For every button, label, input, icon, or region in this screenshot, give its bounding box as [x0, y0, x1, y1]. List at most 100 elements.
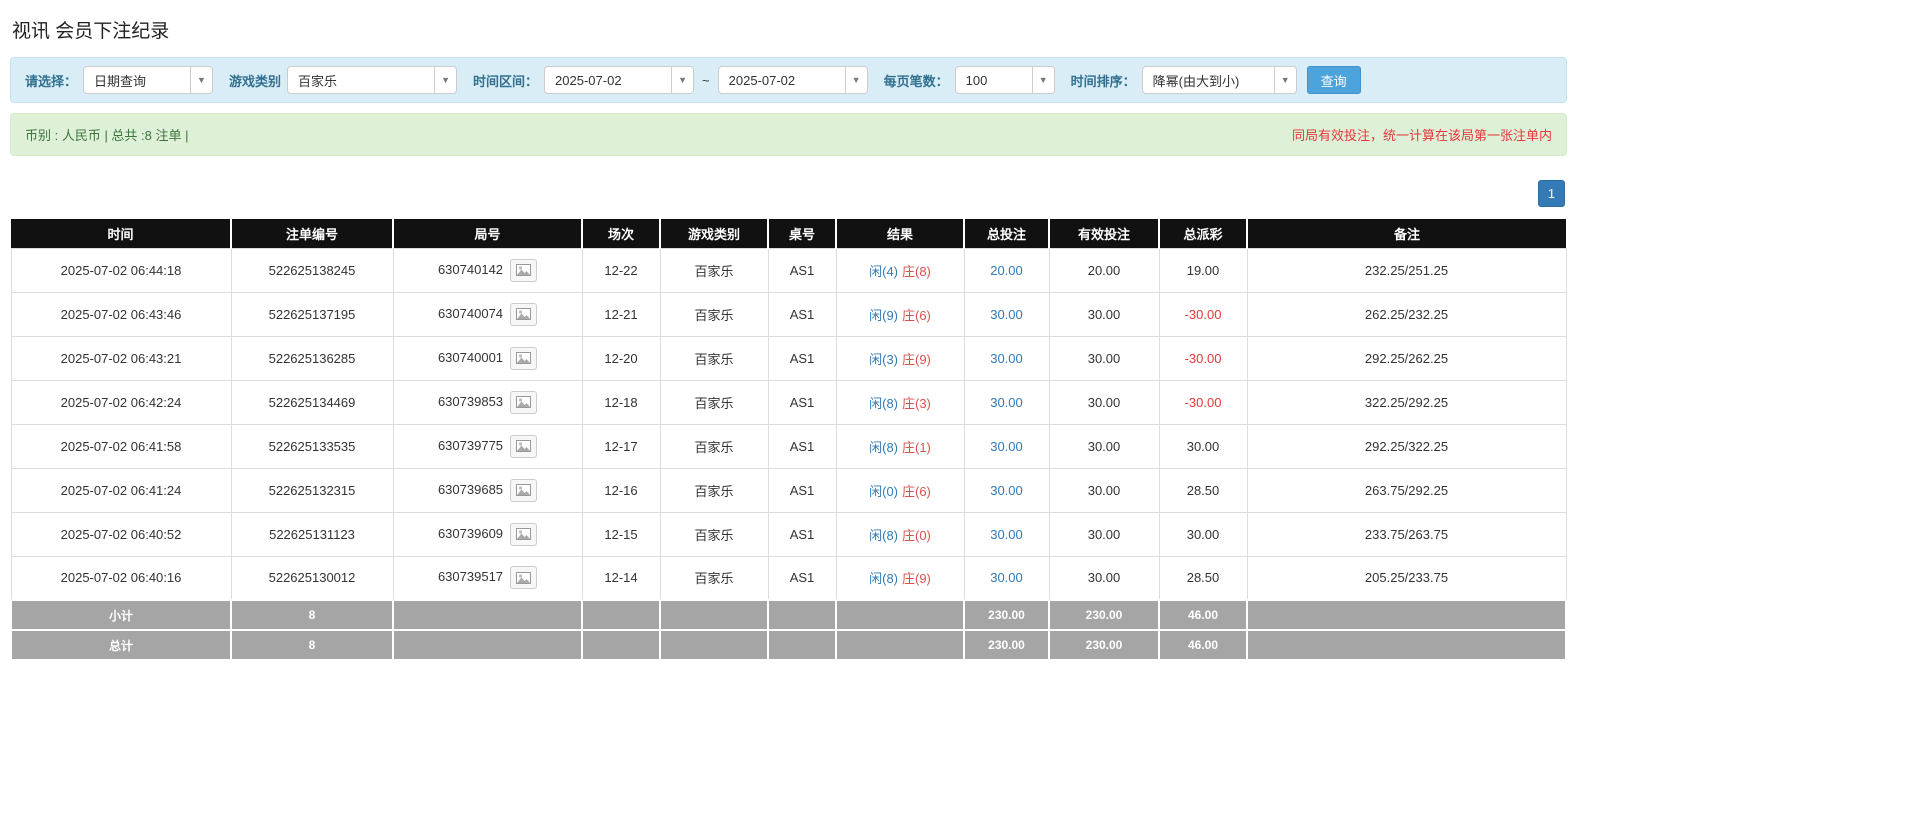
- image-icon: [516, 308, 532, 320]
- cell-total-bet-link[interactable]: 30.00: [963, 379, 1050, 425]
- cell-total-bet-link[interactable]: 30.00: [963, 291, 1050, 337]
- cell-table-no: AS1: [767, 335, 837, 381]
- page-button-1[interactable]: 1: [1538, 180, 1565, 207]
- cell-game-type: 百家乐: [659, 511, 769, 557]
- pagination: 1: [10, 180, 1565, 207]
- sort-order-label: 时间排序：: [1070, 73, 1136, 89]
- date-range-separator: ~: [702, 72, 710, 88]
- player-result: 闲(3): [869, 351, 898, 367]
- cell-bet-no: 522625136285: [230, 335, 394, 381]
- table-row: 2025-07-02 06:44:18 522625138245 6307401…: [10, 247, 1567, 293]
- sort-order-select[interactable]: 降幂(由大到小) ▼: [1141, 66, 1297, 94]
- cell-valid-bet: 30.00: [1048, 467, 1160, 513]
- summary-count: 8: [230, 599, 394, 631]
- chevron-down-icon[interactable]: ▼: [190, 67, 213, 93]
- date-from-input[interactable]: 2025-07-02 ▼: [544, 66, 695, 94]
- cell-result: 闲(8) 庄(1): [835, 423, 965, 469]
- cell-total-bet-link[interactable]: 30.00: [963, 555, 1050, 601]
- cell-result: 闲(4) 庄(8): [835, 247, 965, 293]
- round-result-button[interactable]: [510, 302, 538, 326]
- summary-label: 总计: [10, 629, 232, 661]
- summary-total-bet: 230.00: [963, 599, 1050, 631]
- col-header-round: 局号: [393, 219, 583, 248]
- banker-result: 庄(1): [902, 439, 931, 455]
- summary-empty-cell: [581, 599, 661, 631]
- cell-time: 2025-07-02 06:43:46: [10, 291, 232, 337]
- page-size-input[interactable]: 100 ▼: [954, 66, 1055, 94]
- sort-order-value: 降幂(由大到小): [1152, 73, 1240, 89]
- cell-game-type: 百家乐: [659, 555, 769, 601]
- round-result-button[interactable]: [510, 522, 538, 546]
- cell-round: 630739517: [392, 555, 583, 601]
- date-from-value: 2025-07-02: [555, 72, 622, 88]
- round-result-button[interactable]: [510, 258, 538, 282]
- summary-row: 总计 8 230.00 230.00 46.00: [10, 629, 1567, 661]
- round-number: 630739517: [437, 569, 504, 585]
- summary-empty-cell: [767, 629, 837, 661]
- chevron-down-icon[interactable]: ▼: [434, 67, 457, 93]
- round-number: 630739685: [437, 481, 504, 497]
- search-button[interactable]: 查询: [1306, 66, 1361, 94]
- cell-remark: 205.25/233.75: [1246, 555, 1567, 601]
- chevron-down-icon[interactable]: ▼: [1273, 67, 1296, 93]
- round-result-button[interactable]: [510, 566, 538, 590]
- cell-total-bet-link[interactable]: 30.00: [963, 335, 1050, 381]
- cell-round: 630739775: [392, 423, 583, 469]
- cell-total-bet-link[interactable]: 30.00: [963, 423, 1050, 469]
- cell-total-bet-link[interactable]: 20.00: [963, 247, 1050, 293]
- cell-result: 闲(9) 庄(6): [835, 291, 965, 337]
- col-header-time: 时间: [11, 219, 232, 248]
- cell-session: 12-22: [581, 247, 661, 293]
- round-number: 630740142: [437, 261, 504, 277]
- cell-valid-bet: 30.00: [1048, 379, 1160, 425]
- cell-session: 12-16: [581, 467, 661, 513]
- cell-valid-bet: 20.00: [1048, 247, 1160, 293]
- currency-total-text: 币别 : 人民币 | 总共 :8 注单 |: [25, 128, 189, 143]
- round-result-button[interactable]: [510, 434, 538, 458]
- cell-total-bet-link[interactable]: 30.00: [963, 511, 1050, 557]
- cell-time: 2025-07-02 06:41:58: [10, 423, 232, 469]
- summary-total-bet: 230.00: [963, 629, 1050, 661]
- cell-table-no: AS1: [767, 379, 837, 425]
- query-type-value: 日期查询: [94, 73, 147, 89]
- banker-result: 庄(8): [902, 263, 931, 279]
- game-type-select[interactable]: 百家乐 ▼: [287, 66, 458, 94]
- round-number: 630739609: [437, 525, 504, 541]
- col-header-game-type: 游戏类别: [660, 219, 769, 248]
- round-result-button[interactable]: [510, 346, 538, 370]
- cell-payout: 30.00: [1158, 423, 1248, 469]
- cell-total-bet-link[interactable]: 30.00: [963, 467, 1050, 513]
- col-header-bet-no: 注单编号: [231, 219, 394, 248]
- cell-remark: 292.25/322.25: [1246, 423, 1567, 469]
- player-result: 闲(8): [869, 439, 898, 455]
- date-to-input[interactable]: 2025-07-02 ▼: [717, 66, 868, 94]
- cell-payout: 28.50: [1158, 555, 1248, 601]
- chevron-down-icon[interactable]: ▼: [671, 67, 694, 93]
- summary-payout: 46.00: [1158, 599, 1248, 631]
- round-result-button[interactable]: [510, 390, 538, 414]
- round-number: 630739775: [437, 437, 504, 453]
- cell-game-type: 百家乐: [659, 247, 769, 293]
- cell-bet-no: 522625130012: [230, 555, 394, 601]
- table-header-row: 时间 注单编号 局号 场次 游戏类别 桌号 结果 总投注 有效投注 总派彩 备注: [11, 219, 1566, 248]
- query-type-select[interactable]: 日期查询 ▼: [83, 66, 214, 94]
- cell-session: 12-21: [581, 291, 661, 337]
- bet-records-table: 时间 注单编号 局号 场次 游戏类别 桌号 结果 总投注 有效投注 总派彩 备注…: [10, 219, 1567, 661]
- player-result: 闲(8): [869, 527, 898, 543]
- cell-payout: 28.50: [1158, 467, 1248, 513]
- table-row: 2025-07-02 06:43:46 522625137195 6307400…: [10, 291, 1567, 337]
- round-result-button[interactable]: [510, 478, 538, 502]
- summary-empty-cell: [392, 629, 583, 661]
- cell-table-no: AS1: [767, 555, 837, 601]
- cell-valid-bet: 30.00: [1048, 423, 1160, 469]
- cell-table-no: AS1: [767, 423, 837, 469]
- table-row: 2025-07-02 06:40:16 522625130012 6307395…: [10, 555, 1567, 601]
- summary-count: 8: [230, 629, 394, 661]
- time-range-label: 时间区间：: [473, 73, 539, 89]
- chevron-down-icon[interactable]: ▼: [1031, 67, 1054, 93]
- chevron-down-icon[interactable]: ▼: [844, 67, 867, 93]
- page-container: 视讯 会员下注纪录 请选择： 日期查询 ▼ 游戏类别 百家乐 ▼ 时间区间： 2…: [10, 0, 1567, 661]
- cell-bet-no: 522625131123: [230, 511, 394, 557]
- cell-result: 闲(8) 庄(0): [835, 511, 965, 557]
- summary-empty-cell: [1246, 599, 1567, 631]
